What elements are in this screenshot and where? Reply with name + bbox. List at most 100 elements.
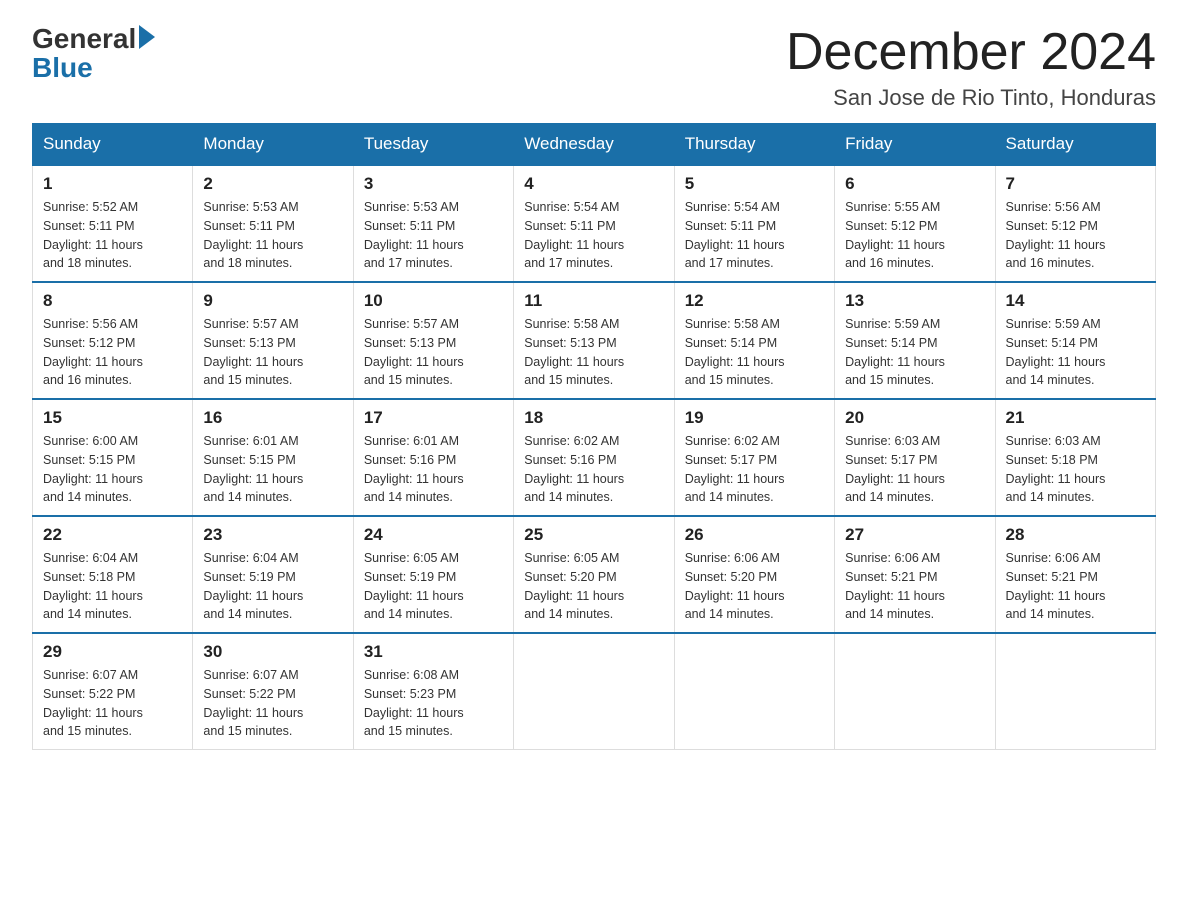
day-number: 8 bbox=[43, 291, 182, 311]
page-header: General Blue December 2024 San Jose de R… bbox=[32, 24, 1156, 111]
day-number: 30 bbox=[203, 642, 342, 662]
day-info: Sunrise: 5:59 AMSunset: 5:14 PMDaylight:… bbox=[845, 315, 984, 390]
day-info: Sunrise: 5:54 AMSunset: 5:11 PMDaylight:… bbox=[524, 198, 663, 273]
table-row: 22 Sunrise: 6:04 AMSunset: 5:18 PMDayligh… bbox=[33, 516, 193, 633]
day-info: Sunrise: 5:55 AMSunset: 5:12 PMDaylight:… bbox=[845, 198, 984, 273]
table-row: 13 Sunrise: 5:59 AMSunset: 5:14 PMDayligh… bbox=[835, 282, 995, 399]
table-row: 19 Sunrise: 6:02 AMSunset: 5:17 PMDayligh… bbox=[674, 399, 834, 516]
day-number: 26 bbox=[685, 525, 824, 545]
table-row: 29 Sunrise: 6:07 AMSunset: 5:22 PMDayligh… bbox=[33, 633, 193, 750]
day-number: 22 bbox=[43, 525, 182, 545]
day-info: Sunrise: 5:57 AMSunset: 5:13 PMDaylight:… bbox=[364, 315, 503, 390]
day-info: Sunrise: 5:58 AMSunset: 5:13 PMDaylight:… bbox=[524, 315, 663, 390]
day-number: 11 bbox=[524, 291, 663, 311]
day-number: 13 bbox=[845, 291, 984, 311]
day-number: 4 bbox=[524, 174, 663, 194]
day-info: Sunrise: 6:06 AMSunset: 5:21 PMDaylight:… bbox=[1006, 549, 1145, 624]
table-row: 12 Sunrise: 5:58 AMSunset: 5:14 PMDayligh… bbox=[674, 282, 834, 399]
day-number: 1 bbox=[43, 174, 182, 194]
table-row: 10 Sunrise: 5:57 AMSunset: 5:13 PMDayligh… bbox=[353, 282, 513, 399]
table-row: 6 Sunrise: 5:55 AMSunset: 5:12 PMDaylight… bbox=[835, 165, 995, 282]
day-number: 17 bbox=[364, 408, 503, 428]
header-tuesday: Tuesday bbox=[353, 124, 513, 166]
day-number: 18 bbox=[524, 408, 663, 428]
location-title: San Jose de Rio Tinto, Honduras bbox=[786, 85, 1156, 111]
table-row: 23 Sunrise: 6:04 AMSunset: 5:19 PMDayligh… bbox=[193, 516, 353, 633]
logo-general: General bbox=[32, 24, 136, 55]
day-info: Sunrise: 5:57 AMSunset: 5:13 PMDaylight:… bbox=[203, 315, 342, 390]
day-number: 3 bbox=[364, 174, 503, 194]
day-number: 5 bbox=[685, 174, 824, 194]
header-thursday: Thursday bbox=[674, 124, 834, 166]
day-info: Sunrise: 6:04 AMSunset: 5:19 PMDaylight:… bbox=[203, 549, 342, 624]
table-row: 3 Sunrise: 5:53 AMSunset: 5:11 PMDaylight… bbox=[353, 165, 513, 282]
header-wednesday: Wednesday bbox=[514, 124, 674, 166]
header-friday: Friday bbox=[835, 124, 995, 166]
day-info: Sunrise: 5:53 AMSunset: 5:11 PMDaylight:… bbox=[364, 198, 503, 273]
day-number: 14 bbox=[1006, 291, 1145, 311]
table-row: 21 Sunrise: 6:03 AMSunset: 5:18 PMDayligh… bbox=[995, 399, 1155, 516]
table-row: 18 Sunrise: 6:02 AMSunset: 5:16 PMDayligh… bbox=[514, 399, 674, 516]
day-info: Sunrise: 6:07 AMSunset: 5:22 PMDaylight:… bbox=[43, 666, 182, 741]
calendar-header-row: Sunday Monday Tuesday Wednesday Thursday… bbox=[33, 124, 1156, 166]
day-number: 2 bbox=[203, 174, 342, 194]
day-number: 24 bbox=[364, 525, 503, 545]
table-row bbox=[514, 633, 674, 750]
day-number: 31 bbox=[364, 642, 503, 662]
day-info: Sunrise: 6:01 AMSunset: 5:16 PMDaylight:… bbox=[364, 432, 503, 507]
day-number: 29 bbox=[43, 642, 182, 662]
table-row: 24Sunrise: 6:05 AMSunset: 5:19 PMDayligh… bbox=[353, 516, 513, 633]
day-number: 12 bbox=[685, 291, 824, 311]
day-info: Sunrise: 6:06 AMSunset: 5:21 PMDaylight:… bbox=[845, 549, 984, 624]
day-number: 28 bbox=[1006, 525, 1145, 545]
day-info: Sunrise: 5:56 AMSunset: 5:12 PMDaylight:… bbox=[43, 315, 182, 390]
day-number: 19 bbox=[685, 408, 824, 428]
logo: General Blue bbox=[32, 24, 155, 84]
table-row: 20Sunrise: 6:03 AMSunset: 5:17 PMDayligh… bbox=[835, 399, 995, 516]
table-row: 31Sunrise: 6:08 AMSunset: 5:23 PMDayligh… bbox=[353, 633, 513, 750]
day-info: Sunrise: 6:07 AMSunset: 5:22 PMDaylight:… bbox=[203, 666, 342, 741]
calendar-table: Sunday Monday Tuesday Wednesday Thursday… bbox=[32, 123, 1156, 750]
table-row: 30 Sunrise: 6:07 AMSunset: 5:22 PMDayligh… bbox=[193, 633, 353, 750]
day-number: 21 bbox=[1006, 408, 1145, 428]
table-row: 1Sunrise: 5:52 AMSunset: 5:11 PMDaylight… bbox=[33, 165, 193, 282]
day-number: 23 bbox=[203, 525, 342, 545]
day-info: Sunrise: 6:05 AMSunset: 5:20 PMDaylight:… bbox=[524, 549, 663, 624]
day-number: 27 bbox=[845, 525, 984, 545]
day-number: 10 bbox=[364, 291, 503, 311]
table-row: 11 Sunrise: 5:58 AMSunset: 5:13 PMDayligh… bbox=[514, 282, 674, 399]
day-number: 25 bbox=[524, 525, 663, 545]
calendar-week-row: 1Sunrise: 5:52 AMSunset: 5:11 PMDaylight… bbox=[33, 165, 1156, 282]
table-row: 26 Sunrise: 6:06 AMSunset: 5:20 PMDayligh… bbox=[674, 516, 834, 633]
day-info: Sunrise: 5:59 AMSunset: 5:14 PMDaylight:… bbox=[1006, 315, 1145, 390]
day-number: 16 bbox=[203, 408, 342, 428]
day-number: 15 bbox=[43, 408, 182, 428]
calendar-week-row: 29 Sunrise: 6:07 AMSunset: 5:22 PMDayligh… bbox=[33, 633, 1156, 750]
day-info: Sunrise: 6:06 AMSunset: 5:20 PMDaylight:… bbox=[685, 549, 824, 624]
day-info: Sunrise: 6:04 AMSunset: 5:18 PMDaylight:… bbox=[43, 549, 182, 624]
table-row: 27 Sunrise: 6:06 AMSunset: 5:21 PMDayligh… bbox=[835, 516, 995, 633]
month-title: December 2024 bbox=[786, 24, 1156, 81]
table-row: 2Sunrise: 5:53 AMSunset: 5:11 PMDaylight… bbox=[193, 165, 353, 282]
logo-blue: Blue bbox=[32, 53, 93, 84]
day-info: Sunrise: 6:03 AMSunset: 5:18 PMDaylight:… bbox=[1006, 432, 1145, 507]
table-row: 7Sunrise: 5:56 AMSunset: 5:12 PMDaylight… bbox=[995, 165, 1155, 282]
day-info: Sunrise: 6:02 AMSunset: 5:16 PMDaylight:… bbox=[524, 432, 663, 507]
table-row: 28 Sunrise: 6:06 AMSunset: 5:21 PMDayligh… bbox=[995, 516, 1155, 633]
table-row: 14 Sunrise: 5:59 AMSunset: 5:14 PMDayligh… bbox=[995, 282, 1155, 399]
header-sunday: Sunday bbox=[33, 124, 193, 166]
day-number: 9 bbox=[203, 291, 342, 311]
table-row: 17 Sunrise: 6:01 AMSunset: 5:16 PMDayligh… bbox=[353, 399, 513, 516]
table-row: 25 Sunrise: 6:05 AMSunset: 5:20 PMDayligh… bbox=[514, 516, 674, 633]
calendar-week-row: 8 Sunrise: 5:56 AMSunset: 5:12 PMDaylight… bbox=[33, 282, 1156, 399]
table-row: 15Sunrise: 6:00 AMSunset: 5:15 PMDayligh… bbox=[33, 399, 193, 516]
table-row bbox=[835, 633, 995, 750]
day-info: Sunrise: 6:02 AMSunset: 5:17 PMDaylight:… bbox=[685, 432, 824, 507]
table-row bbox=[995, 633, 1155, 750]
day-number: 6 bbox=[845, 174, 984, 194]
header-monday: Monday bbox=[193, 124, 353, 166]
calendar-week-row: 22 Sunrise: 6:04 AMSunset: 5:18 PMDayligh… bbox=[33, 516, 1156, 633]
day-number: 7 bbox=[1006, 174, 1145, 194]
table-row: 4 Sunrise: 5:54 AMSunset: 5:11 PMDaylight… bbox=[514, 165, 674, 282]
day-info: Sunrise: 5:58 AMSunset: 5:14 PMDaylight:… bbox=[685, 315, 824, 390]
